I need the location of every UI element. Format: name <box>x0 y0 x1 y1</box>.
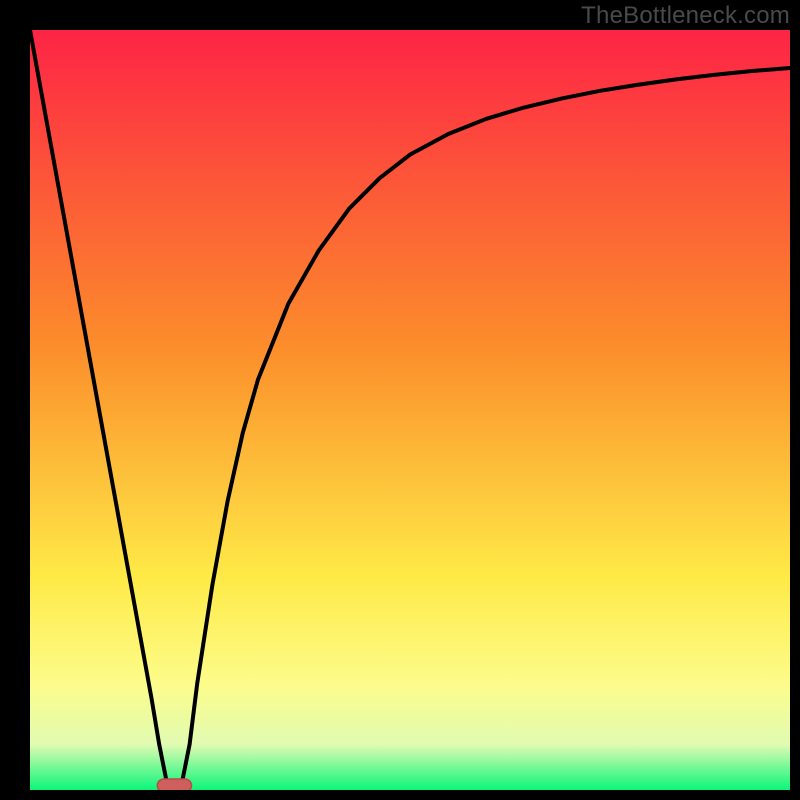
chart-frame: TheBottleneck.com <box>0 0 800 800</box>
plot-area <box>30 30 790 790</box>
gradient-background <box>30 30 790 790</box>
watermark-text: TheBottleneck.com <box>581 2 790 30</box>
optimum-marker <box>157 779 191 790</box>
chart-svg <box>30 30 790 790</box>
